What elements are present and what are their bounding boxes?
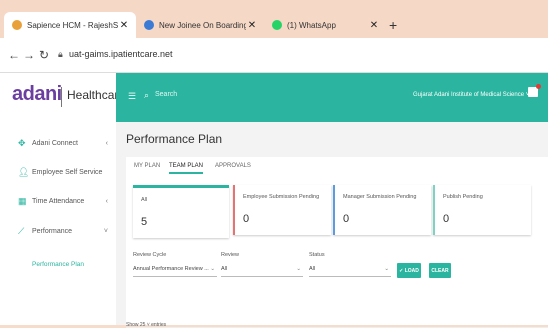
- select-value: Annual Performance Review ...: [133, 266, 209, 272]
- app-header: ☰ ⌕ Search Gujarat Adani Institute of Me…: [116, 73, 548, 122]
- sidebar-item-label: Adani Connect: [32, 140, 78, 147]
- tab-team-plan[interactable]: TEAM PLAN: [169, 163, 204, 174]
- reload-icon[interactable]: ↻: [39, 48, 49, 62]
- search-icon[interactable]: ⌕: [144, 90, 149, 101]
- puzzle-icon: ✥: [18, 138, 26, 148]
- close-icon[interactable]: ✕: [118, 20, 130, 31]
- stat-label: Publish Pending: [443, 194, 483, 200]
- chevron-icon: ‹: [105, 140, 108, 147]
- person-icon: 👤︎: [18, 167, 30, 177]
- sidebar-item-adani-connect[interactable]: ✥ Adani Connect ‹: [0, 136, 116, 154]
- stat-value: 0: [443, 213, 450, 225]
- tab-whatsapp[interactable]: (1) WhatsApp ✕: [264, 12, 386, 38]
- stat-card-publish-pending[interactable]: Publish Pending 0: [433, 185, 531, 235]
- browser-window: Sapience HCM - RajeshSharma ✕ New Joinee…: [0, 0, 548, 328]
- logo-divider: [61, 87, 62, 107]
- sidebar: ✥ Adani Connect ‹ 👤︎ Employee Self Servi…: [0, 122, 117, 325]
- status-label: Status: [309, 252, 325, 258]
- select-value: All: [309, 266, 316, 272]
- chevron-down-icon: ⌄: [296, 266, 301, 272]
- forward-icon[interactable]: →: [23, 48, 35, 62]
- stat-label: Employee Submission Pending: [243, 194, 320, 200]
- clear-button[interactable]: CLEAR: [429, 263, 451, 278]
- sidebar-item-label: Time Attendance: [32, 198, 85, 205]
- stat-label: Manager Submission Pending: [343, 194, 417, 200]
- chart-icon: ⟋: [18, 226, 25, 236]
- sidebar-item-performance[interactable]: ⟋ Performance ˅: [0, 224, 116, 242]
- tab-title: New Joinee On Boarding / Off b: [159, 20, 246, 30]
- entries-selector[interactable]: Show 25 ˅ entries: [126, 322, 166, 328]
- stat-card-all[interactable]: All 5: [133, 185, 229, 238]
- calendar-icon: ▦: [18, 196, 27, 206]
- sidebar-item-employee-self-service[interactable]: 👤︎ Employee Self Service: [0, 165, 116, 183]
- whatsapp-favicon-icon: [272, 20, 282, 30]
- chevron-icon: ˅: [103, 228, 108, 235]
- search-input[interactable]: Search: [155, 91, 177, 98]
- lock-icon[interactable]: 🔒︎: [58, 49, 63, 60]
- tab-sapience[interactable]: Sapience HCM - RajeshSharma ✕: [4, 12, 136, 38]
- brand-area: adani Healthcare: [0, 73, 125, 122]
- stat-value: 0: [243, 213, 250, 225]
- sapience-favicon-icon: [12, 20, 22, 30]
- address-bar: ← → ↻ 🔒︎ uat-gaims.ipatientcare.net: [0, 38, 548, 73]
- stat-value: 0: [343, 213, 350, 225]
- review-select[interactable]: All ⌄: [221, 264, 303, 277]
- load-button[interactable]: ✓ LOAD: [397, 263, 421, 278]
- tab-title: Sapience HCM - RajeshSharma: [27, 20, 118, 30]
- chevron-down-icon: ⌄: [210, 266, 215, 272]
- sidebar-item-label: Employee Self Service: [32, 169, 103, 176]
- close-icon[interactable]: ✕: [368, 20, 380, 31]
- page-title: Performance Plan: [126, 132, 223, 146]
- sidebar-item-label: Performance: [32, 228, 73, 235]
- review-cycle-select[interactable]: Annual Performance Review ... ⌄: [133, 264, 217, 277]
- tab-onboarding[interactable]: New Joinee On Boarding / Off b ✕: [136, 12, 264, 38]
- stat-card-employee-pending[interactable]: Employee Submission Pending 0: [233, 185, 331, 235]
- adani-logo: adani: [12, 83, 62, 105]
- select-value: All: [221, 266, 228, 272]
- stat-value: 5: [141, 216, 148, 228]
- notification-icon[interactable]: [528, 84, 541, 97]
- url-field[interactable]: uat-gaims.ipatientcare.net: [69, 49, 173, 59]
- close-icon[interactable]: ✕: [246, 20, 258, 31]
- new-tab-icon[interactable]: +: [389, 17, 397, 33]
- back-icon[interactable]: ←: [8, 48, 20, 62]
- status-select[interactable]: All ⌄: [309, 264, 391, 277]
- chevron-down-icon: ⌄: [384, 266, 389, 272]
- stat-label: All: [141, 197, 148, 203]
- sidebar-subitem-performance-plan[interactable]: Performance Plan: [32, 261, 84, 268]
- menu-icon[interactable]: ☰: [128, 91, 136, 102]
- onboarding-favicon-icon: [144, 20, 154, 30]
- review-label: Review: [221, 252, 240, 258]
- stat-card-manager-pending[interactable]: Manager Submission Pending 0: [333, 185, 431, 235]
- tab-my-plan[interactable]: MY PLAN: [134, 163, 160, 169]
- sidebar-item-time-attendance[interactable]: ▦ Time Attendance ‹: [0, 194, 116, 212]
- tab-strip: Sapience HCM - RajeshSharma ✕ New Joinee…: [0, 0, 548, 38]
- org-selector[interactable]: Gujarat Adani Institute of Medical Scien…: [413, 92, 529, 98]
- chevron-icon: ‹: [105, 198, 108, 205]
- tab-title: (1) WhatsApp: [287, 20, 336, 30]
- performance-plan-card: MY PLAN TEAM PLAN APPROVALS All 5 Employ…: [126, 157, 548, 328]
- review-cycle-label: Review Cycle: [133, 252, 167, 258]
- tab-approvals[interactable]: APPROVALS: [215, 163, 251, 169]
- main-content: Performance Plan MY PLAN TEAM PLAN APPRO…: [116, 122, 548, 328]
